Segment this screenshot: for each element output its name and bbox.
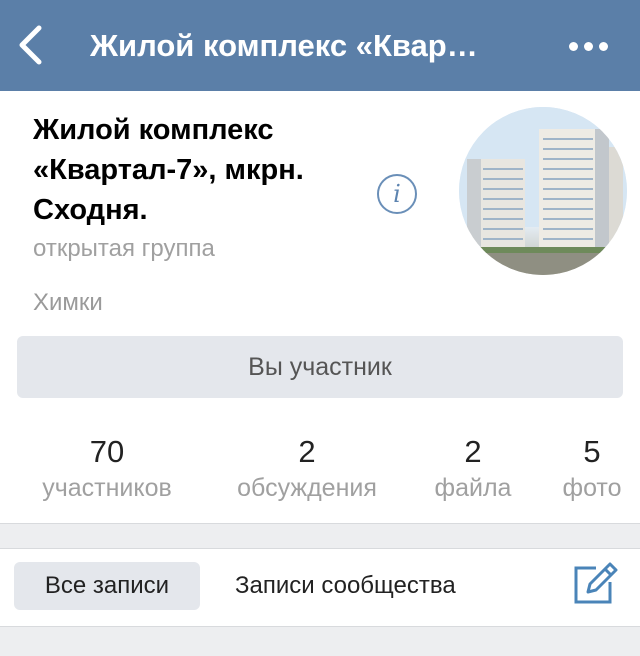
counter-value: 70 xyxy=(89,434,125,469)
more-horizontal-icon xyxy=(568,41,578,51)
section-divider xyxy=(0,523,640,549)
counter-value: 2 xyxy=(298,434,316,469)
group-name: Жилой комплекс «Квартал-7», мкрн. Сходня… xyxy=(33,110,373,230)
group-type: открытая группа xyxy=(33,235,215,262)
chevron-left-icon xyxy=(19,25,42,65)
group-name-line: Жилой комплекс xyxy=(33,114,274,146)
counter-photos[interactable]: 5 фото xyxy=(552,432,632,504)
group-name-line: «Квартал-7», мкрн. xyxy=(33,154,304,186)
header-title: Жилой комплекс «Квар… xyxy=(90,28,478,63)
avatar[interactable] xyxy=(459,107,627,275)
group-city: Химки xyxy=(33,289,103,316)
tab-community-posts[interactable]: Записи сообщества xyxy=(235,562,456,610)
counter-discussions[interactable]: 2 обсуждения xyxy=(222,432,392,504)
counter-label: обсуждения xyxy=(237,474,377,502)
compose-button[interactable] xyxy=(570,562,618,608)
info-icon[interactable]: i xyxy=(377,174,417,214)
member-button[interactable]: Вы участник xyxy=(17,336,623,398)
group-name-line: Сходня. xyxy=(33,194,148,226)
section-divider xyxy=(0,626,640,656)
counter-value: 2 xyxy=(464,434,482,469)
counter-label: фото xyxy=(562,474,622,502)
header-bar: Жилой комплекс «Квар… xyxy=(0,0,640,91)
more-button[interactable] xyxy=(558,24,618,68)
counter-label: участников xyxy=(42,474,172,502)
compose-icon xyxy=(574,562,618,604)
counter-value: 5 xyxy=(583,434,601,469)
counter-files[interactable]: 2 файла xyxy=(425,432,521,504)
back-button[interactable] xyxy=(10,22,50,68)
counter-label: файла xyxy=(434,474,512,502)
tab-all-posts[interactable]: Все записи xyxy=(14,562,200,610)
counter-members[interactable]: 70 участников xyxy=(27,432,187,504)
